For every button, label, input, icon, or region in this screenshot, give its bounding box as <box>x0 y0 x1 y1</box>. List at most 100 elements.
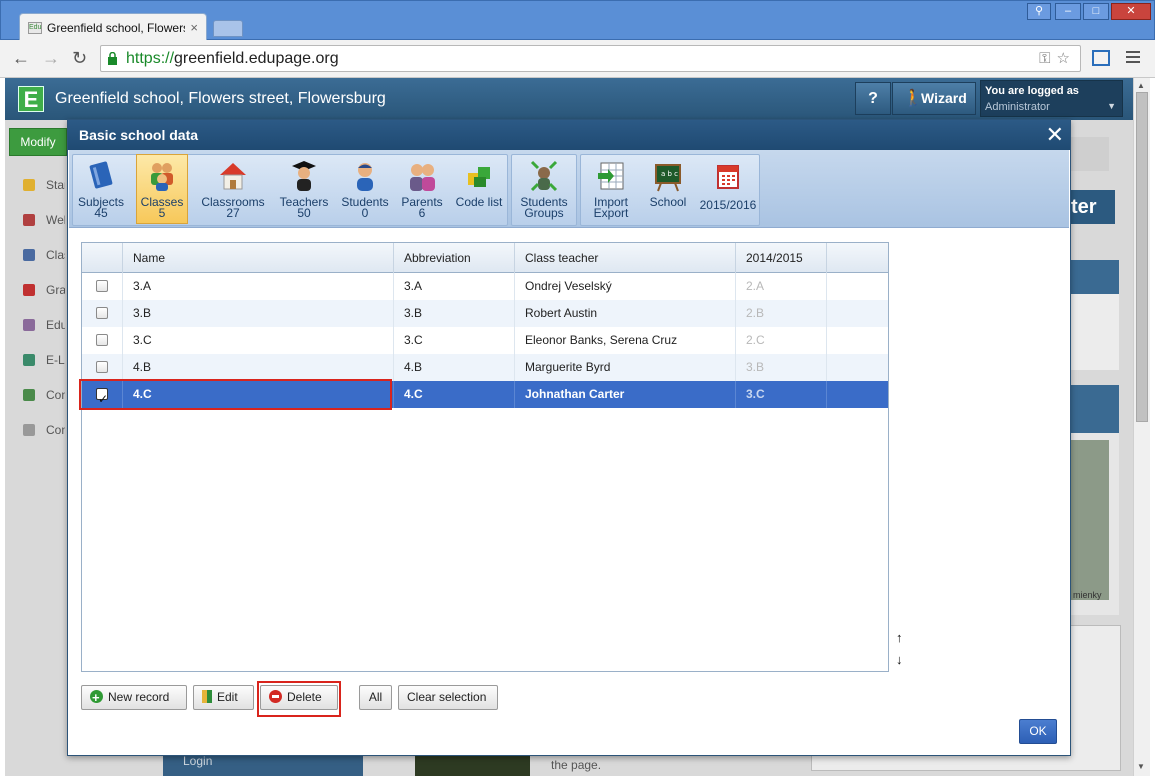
school-name: Greenfield school, Flowers street, Flowe… <box>55 90 386 107</box>
sidebar-item[interactable]: Star <box>5 168 65 203</box>
sidebar-item[interactable]: E-Le <box>5 343 65 378</box>
modify-button[interactable]: Modify <box>9 128 67 156</box>
window-close-button[interactable]: ✕ <box>1111 3 1151 20</box>
header-class-teacher[interactable]: Class teacher <box>515 243 736 273</box>
forward-arrow-icon[interactable]: → <box>42 48 60 69</box>
browser-tab[interactable]: Edu Greenfield school, Flowers × <box>19 13 207 42</box>
sidebar-item[interactable]: Con <box>5 378 65 413</box>
help-button[interactable]: ? <box>855 82 891 115</box>
table-row[interactable]: 4.B 4.B Marguerite Byrd 3.B <box>82 354 888 381</box>
code-list-button[interactable]: Code list <box>451 155 507 225</box>
subjects-button[interactable]: Subjects 45 <box>75 155 127 225</box>
browser-toolbar: ← → ↻ https://greenfield.edupage.org ⚿☆ <box>0 40 1155 78</box>
select-all-button[interactable]: All <box>359 685 392 710</box>
sidebar-item[interactable]: Clas <box>5 238 65 273</box>
move-down-arrow-icon[interactable]: ↓ <box>896 652 903 667</box>
diamond-icon <box>23 249 35 261</box>
row-checkbox[interactable] <box>96 280 108 292</box>
app-header: E Greenfield school, Flowers street, Flo… <box>5 78 1133 120</box>
classrooms-button[interactable]: Classrooms 27 <box>195 155 271 225</box>
bookmark-star-icon[interactable]: ⚿☆ <box>1039 49 1076 67</box>
bird-icon <box>23 319 35 331</box>
selection-highlight-box <box>79 379 392 410</box>
browser-titlebar: Edu Greenfield school, Flowers × ⚲ – □ ✕ <box>0 0 1155 42</box>
page-scrollbar[interactable]: ▲ ▼ <box>1133 78 1150 776</box>
tab-close-icon[interactable]: × <box>190 20 198 35</box>
wizard-button[interactable]: 🚶 Wizard <box>892 82 976 115</box>
close-icon[interactable]: ✕ <box>1046 122 1064 148</box>
students-button[interactable]: Students 0 <box>337 155 393 225</box>
cell-name: 4.B <box>123 354 394 381</box>
user-menu[interactable]: You are logged as Administrator ▼ <box>980 80 1123 117</box>
chevron-down-icon: ▼ <box>1107 101 1116 111</box>
cell-previous-year: 3.C <box>736 381 827 408</box>
profile-icon[interactable]: ⚲ <box>1027 3 1051 20</box>
new-tab-button[interactable] <box>213 20 243 37</box>
graduate-icon <box>292 161 316 191</box>
scrollbar-thumb[interactable] <box>1136 92 1148 422</box>
school-button[interactable]: a b c School <box>643 155 693 225</box>
logged-as-label: You are logged as <box>985 85 1079 97</box>
header-name[interactable]: Name <box>123 243 394 273</box>
student-icon <box>357 163 373 191</box>
network-icon <box>23 389 35 401</box>
address-bar[interactable]: https://greenfield.edupage.org ⚿☆ <box>100 45 1081 72</box>
teachers-button[interactable]: Teachers 50 <box>275 155 333 225</box>
ok-button[interactable]: OK <box>1019 719 1057 744</box>
edit-button[interactable]: Edit <box>193 685 254 710</box>
clear-selection-button[interactable]: Clear selection <box>398 685 498 710</box>
cell-class-teacher: Marguerite Byrd <box>515 354 736 381</box>
cell-previous-year: 2.C <box>736 327 827 354</box>
edupage-favicon-icon: Edu <box>28 22 42 34</box>
cell-abbreviation: 4.C <box>394 381 515 408</box>
new-record-button[interactable]: New record <box>81 685 187 710</box>
school-year-button[interactable]: 2015/2016 <box>699 155 757 225</box>
url-text: https://greenfield.edupage.org <box>126 50 339 67</box>
background-text: the page. <box>551 758 602 772</box>
sidebar-item[interactable]: Wel <box>5 203 65 238</box>
row-checkbox[interactable] <box>96 334 108 346</box>
row-checkbox[interactable] <box>96 361 108 373</box>
chalkboard-icon: a b c <box>655 164 681 192</box>
row-checkbox[interactable] <box>96 307 108 319</box>
minimize-button[interactable]: – <box>1055 3 1081 20</box>
document-icon <box>23 284 35 296</box>
cell-abbreviation: 3.A <box>394 273 515 300</box>
students-group-icon <box>151 163 173 191</box>
sidebar-item[interactable]: Edu <box>5 308 65 343</box>
parents-icon <box>410 164 435 191</box>
table-row[interactable]: 3.C 3.C Eleonor Banks, Serena Cruz 2.C <box>82 327 888 354</box>
globe-icon <box>23 354 35 366</box>
cell-class-teacher: Robert Austin <box>515 300 736 327</box>
pencil-icon <box>202 690 212 703</box>
import-export-button[interactable]: Import Export <box>585 155 637 225</box>
edupage-logo-icon[interactable]: E <box>18 86 44 112</box>
header-abbreviation[interactable]: Abbreviation <box>394 243 515 273</box>
cell-previous-year: 3.B <box>736 354 827 381</box>
cell-abbreviation: 3.C <box>394 327 515 354</box>
browser-menu-icon[interactable] <box>1126 51 1140 65</box>
parents-button[interactable]: Parents 6 <box>397 155 447 225</box>
basic-school-data-dialog: Basic school data ✕ Subjects 45 Classes … <box>67 119 1071 756</box>
reload-icon[interactable]: ↻ <box>72 48 87 69</box>
table-row[interactable]: 3.B 3.B Robert Austin 2.B <box>82 300 888 327</box>
move-up-arrow-icon[interactable]: ↑ <box>896 630 903 645</box>
cast-icon[interactable] <box>1092 50 1110 66</box>
sidebar-item[interactable]: Con <box>5 413 65 448</box>
cell-class-teacher: Johnathan Carter <box>515 381 736 408</box>
user-name: Administrator <box>985 101 1050 113</box>
ribbon-toolbar: Subjects 45 Classes 5 Classrooms 27 Teac… <box>69 150 1069 228</box>
table-row[interactable]: 3.A 3.A Ondrej Veselský 2.A <box>82 273 888 300</box>
header-checkbox-column <box>82 243 123 273</box>
students-groups-button[interactable]: Students Groups <box>514 155 574 225</box>
scroll-up-icon[interactable]: ▲ <box>1137 81 1145 90</box>
delete-highlight-box <box>257 681 341 717</box>
classes-button[interactable]: Classes 5 <box>136 154 188 224</box>
header-previous-year[interactable]: 2014/2015 <box>736 243 827 273</box>
calendar-icon <box>717 165 739 189</box>
star-icon <box>23 179 35 191</box>
back-arrow-icon[interactable]: ← <box>12 48 30 69</box>
sidebar-item[interactable]: Gra <box>5 273 65 308</box>
maximize-button[interactable]: □ <box>1083 3 1109 20</box>
scroll-down-icon[interactable]: ▼ <box>1137 762 1145 771</box>
